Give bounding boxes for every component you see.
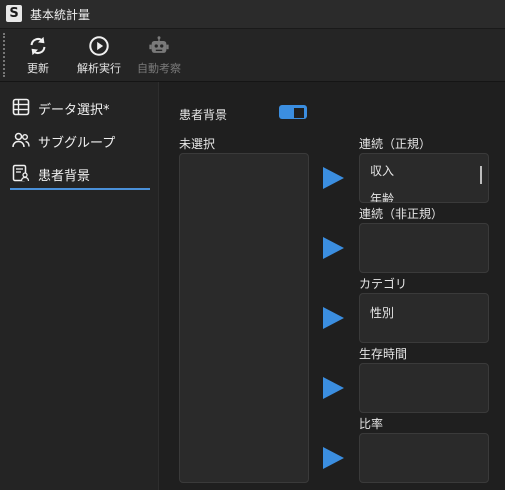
patient-background-toggle[interactable] [279,105,307,119]
list-item[interactable]: 収入 [370,162,394,179]
group-label-ratio: 比率 [359,417,384,431]
list-item[interactable]: 性別 [370,304,394,321]
run-analysis-label: 解析実行 [77,62,121,75]
app-logo-icon: S [6,5,22,22]
title-bar: S 基本統計量 [0,0,505,29]
list-item[interactable]: 年齢 [370,190,394,202]
toggle-label: 患者背景 [179,108,228,122]
toolbar: 更新 解析実行 自動考察 [0,29,505,82]
move-right-arrow-icon[interactable] [321,166,345,190]
sidebar-item-data-selection[interactable]: データ選択* [10,94,150,120]
sidebar-item-patient-background[interactable]: 患者背景 [10,160,150,190]
group-label-category: カテゴリ [359,277,408,291]
move-right-arrow-icon[interactable] [321,376,345,400]
auto-discussion-label: 自動考察 [137,62,181,75]
list-continuous-nonnormal[interactable] [359,223,489,273]
sidebar-item-label: 患者背景 [38,169,91,184]
document-person-icon [12,164,30,182]
window-title: 基本統計量 [30,8,91,22]
move-right-arrow-icon[interactable] [321,306,345,330]
run-analysis-button[interactable]: 解析実行 [74,33,124,77]
sidebar-item-subgroup[interactable]: サブグループ [10,127,150,153]
list-ratio[interactable] [359,433,489,483]
toolbar-grip[interactable] [3,33,7,77]
move-right-arrow-icon[interactable] [321,446,345,470]
list-survival-time[interactable] [359,363,489,413]
refresh-icon [30,36,46,56]
group-label-continuous-normal: 連続（正規） [359,137,432,151]
group-label-continuous-nonnormal: 連続（非正規） [359,207,444,221]
list-continuous-normal[interactable]: 収入 年齢 [359,153,489,203]
move-right-arrow-icon[interactable] [321,236,345,260]
sidebar-item-label: データ選択* [38,103,110,118]
refresh-label: 更新 [27,62,49,75]
sidebar: データ選択* サブグループ 患者背景 [0,82,159,490]
table-icon [12,98,30,116]
unselected-label: 未選択 [179,137,216,151]
auto-discussion-button[interactable]: 自動考察 [134,33,184,77]
unselected-list[interactable] [179,153,309,483]
sidebar-item-label: サブグループ [38,136,116,151]
people-icon [12,132,30,148]
main-panel: 患者背景 未選択 連続（正規） 収入 年齢 連続（非正規） カテゴリ 性別 生存… [159,82,505,490]
group-label-survival-time: 生存時間 [359,347,408,361]
list-category[interactable]: 性別 [359,293,489,343]
play-icon [89,36,109,56]
robot-icon [149,36,169,53]
refresh-button[interactable]: 更新 [18,33,58,77]
scrollbar[interactable] [480,166,482,184]
